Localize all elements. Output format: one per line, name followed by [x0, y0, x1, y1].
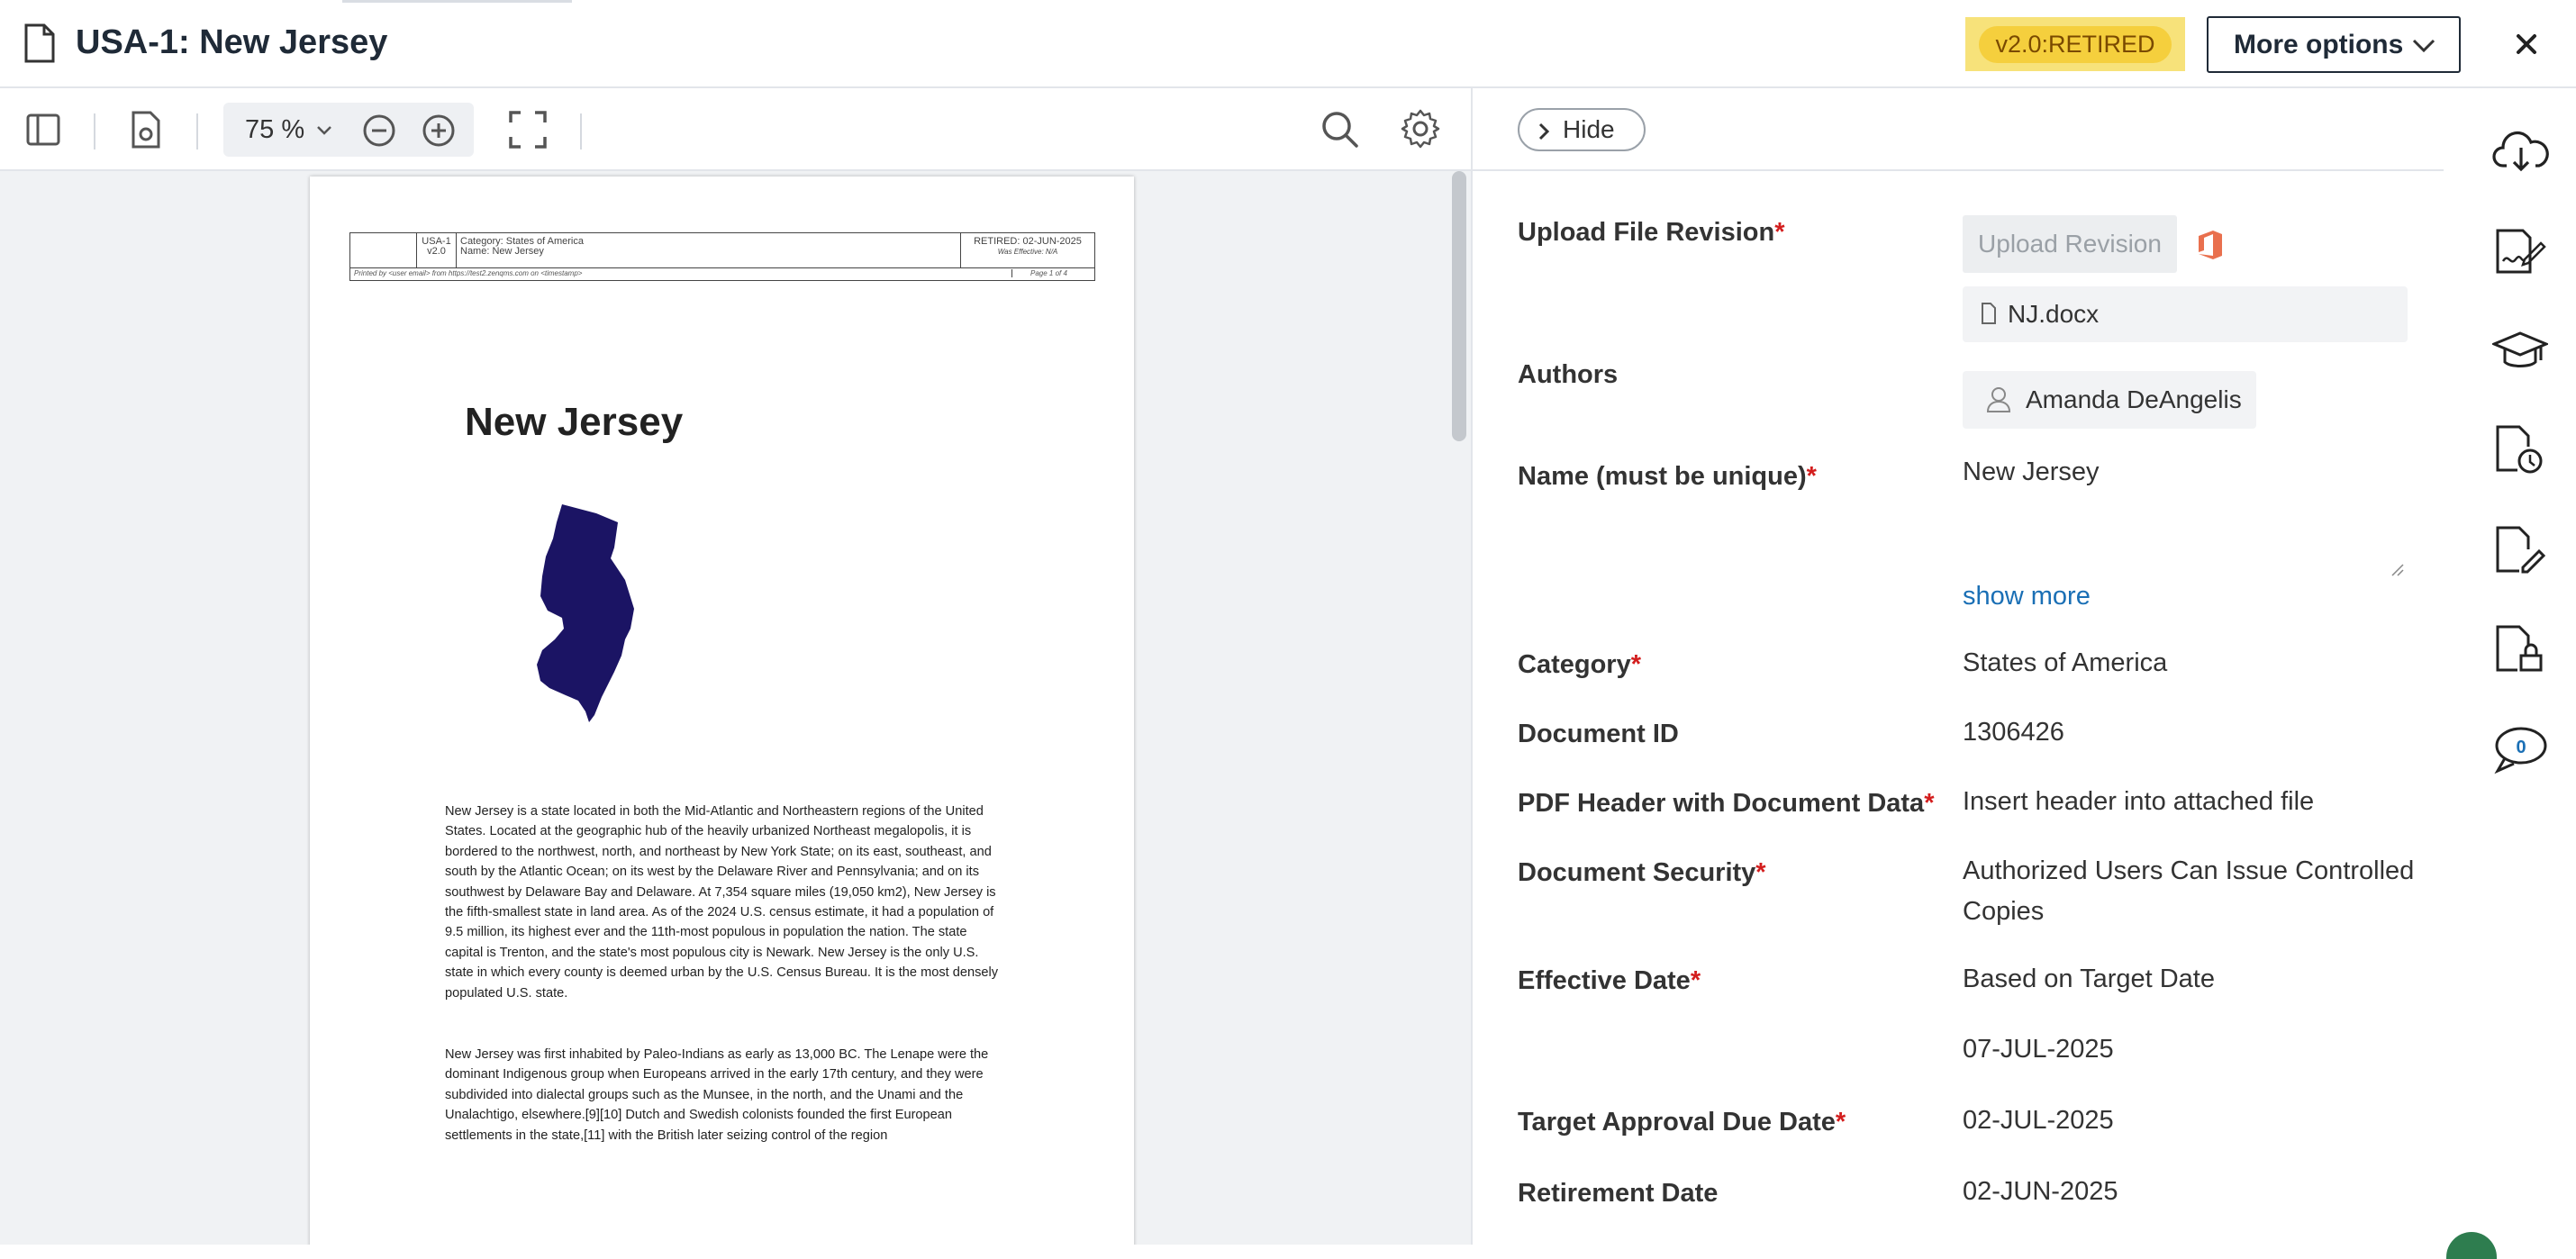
document-security-value: Authorized Users Can Issue Controlled Co…: [1963, 856, 2415, 926]
pdf-doc-version: v2.0: [427, 246, 446, 257]
target-approval-due-date-value: 02-JUL-2025: [1963, 1106, 2114, 1135]
effective-date-label: Effective Date*: [1518, 966, 1701, 995]
pdf-status: RETIRED: 02-JUN-2025: [974, 236, 1082, 247]
author-name: Amanda DeAngelis: [2026, 385, 2242, 413]
name-label: Name (must be unique)*: [1518, 462, 1817, 491]
panel-header: Hide: [1473, 88, 2444, 171]
document-icon: [23, 23, 56, 63]
zoom-out-icon[interactable]: [362, 113, 396, 148]
retirement-date-value: 02-JUN-2025: [1963, 1177, 2118, 1206]
author-chip[interactable]: Amanda DeAngelis: [1963, 371, 2256, 429]
fullscreen-icon[interactable]: [508, 110, 548, 149]
pdf-page: USA-1 v2.0 Category: States of America N…: [310, 177, 1134, 1245]
effective-date-date: 07-JUL-2025: [1963, 1035, 2114, 1064]
upload-revision-label: Upload File Revision*: [1518, 218, 1785, 247]
user-icon: [1986, 386, 2011, 413]
document-history-icon[interactable]: [2492, 423, 2546, 476]
pdf-name: New Jersey: [492, 246, 544, 257]
viewer-scrollbar[interactable]: [1452, 171, 1466, 441]
search-icon[interactable]: [1320, 110, 1360, 149]
required-marker: *: [1755, 858, 1766, 887]
pdf-title: New Jersey: [465, 400, 684, 444]
toolbar-divider: [196, 113, 198, 149]
upload-revision-button[interactable]: Upload Revision: [1963, 215, 2177, 273]
document-id-value: 1306426: [1963, 718, 2064, 747]
right-action-rail: 0: [2444, 88, 2576, 1245]
name-value[interactable]: New Jersey: [1963, 452, 2100, 493]
signature-icon[interactable]: [2492, 227, 2546, 277]
chevron-down-icon[interactable]: [315, 124, 333, 137]
target-approval-due-date-label: Target Approval Due Date*: [1518, 1108, 1846, 1137]
top-bar: USA-1: New Jersey v2.0:RETIRED More opti…: [0, 0, 2576, 88]
authors-label: Authors: [1518, 360, 1619, 389]
pdf-header-value: Insert header into attached file: [1963, 787, 2315, 816]
document-edit-icon[interactable]: [2492, 524, 2546, 576]
status-badge-label: v2.0:RETIRED: [1979, 25, 2172, 63]
category-value: States of America: [1963, 648, 2168, 677]
new-jersey-map-image: [535, 503, 643, 723]
required-marker: *: [1774, 218, 1785, 247]
toolbar-divider: [94, 113, 95, 149]
pdf-page-of: Page 1 of 4: [1011, 269, 1067, 277]
document-lock-icon[interactable]: [2492, 623, 2546, 675]
document-settings-icon[interactable]: [128, 110, 164, 149]
retirement-date-label: Retirement Date: [1518, 1179, 1719, 1208]
zoom-control: 75 %: [223, 103, 474, 157]
loading-indicator: [342, 0, 572, 3]
sidebar-toggle-icon[interactable]: [25, 112, 61, 148]
toolbar-divider: [580, 113, 582, 149]
comment-count: 0: [2516, 738, 2526, 757]
zoom-select[interactable]: 75 %: [245, 115, 304, 145]
pdf-paragraph: New Jersey was first inhabited by Paleo-…: [445, 1047, 989, 1143]
required-marker: *: [1924, 789, 1935, 818]
cloud-download-icon[interactable]: [2492, 128, 2550, 175]
document-details-panel: Hide Upload File Revision* Upload Revisi…: [1471, 88, 2444, 1245]
category-label: Category*: [1518, 650, 1641, 679]
viewer-toolbar: 75 %: [0, 88, 1471, 171]
pdf-printed-by: Printed by <user email> from https://tes…: [354, 269, 583, 277]
effective-date-value: Based on Target Date: [1963, 965, 2215, 993]
pdf-header-table: USA-1 v2.0 Category: States of America N…: [349, 232, 1095, 268]
file-icon: [1981, 303, 1997, 324]
more-options-label: More options: [2234, 29, 2404, 59]
page-title: USA-1: New Jersey: [76, 23, 388, 61]
attached-file[interactable]: NJ.docx: [1963, 286, 2408, 342]
zoom-in-icon[interactable]: [422, 113, 456, 148]
required-marker: *: [1630, 650, 1641, 679]
training-icon[interactable]: [2492, 328, 2548, 375]
hide-panel-button[interactable]: Hide: [1518, 108, 1646, 151]
status-badge: v2.0:RETIRED: [1965, 17, 2185, 71]
resize-grip-icon[interactable]: [2390, 562, 2404, 576]
required-marker: *: [1690, 966, 1701, 995]
required-marker: *: [1806, 462, 1817, 491]
pdf-header-label: PDF Header with Document Data*: [1518, 789, 1935, 818]
chevron-down-icon: [2412, 36, 2435, 54]
pdf-was-effective: Was Effective: N/A: [997, 248, 1058, 256]
chevron-right-icon: [1537, 122, 1550, 141]
close-icon[interactable]: [2509, 27, 2544, 61]
pdf-printed-by-row: Printed by <user email> from https://tes…: [349, 268, 1095, 281]
required-marker: *: [1835, 1108, 1846, 1137]
hide-label: Hide: [1563, 115, 1615, 143]
gear-icon[interactable]: [1400, 108, 1441, 149]
more-options-button[interactable]: More options: [2207, 16, 2461, 73]
pdf-viewer: USA-1 v2.0 Category: States of America N…: [0, 171, 1471, 1245]
office-icon[interactable]: [2197, 229, 2224, 261]
document-id-label: Document ID: [1518, 720, 1679, 748]
file-name: NJ.docx: [2008, 300, 2100, 328]
document-security-label: Document Security*: [1518, 858, 1766, 887]
pdf-paragraph: New Jersey is a state located in both th…: [445, 804, 999, 1001]
show-more-link[interactable]: show more: [1963, 582, 2091, 611]
